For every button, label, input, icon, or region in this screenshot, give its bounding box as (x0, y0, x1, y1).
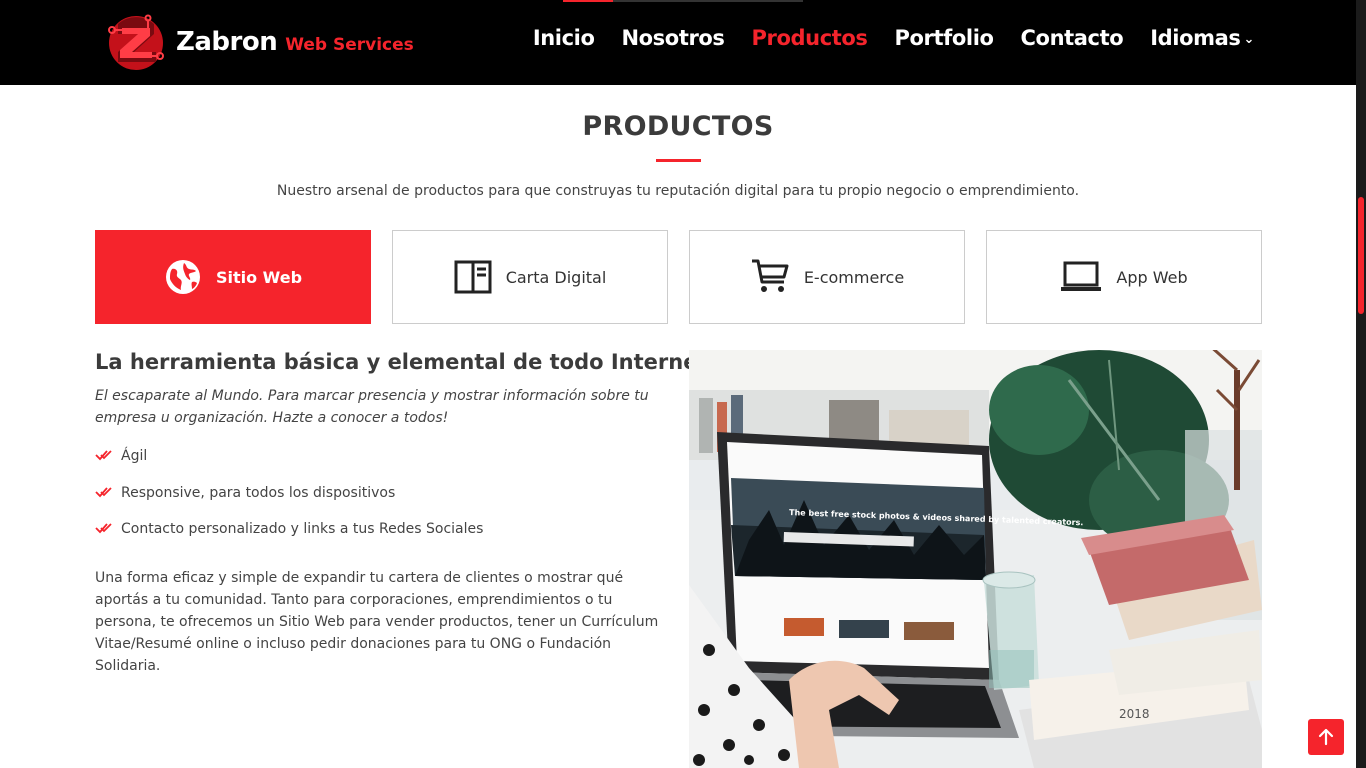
double-check-icon (95, 523, 112, 534)
back-to-top-button[interactable] (1308, 719, 1344, 755)
feature-text: Contacto personalizado y links a tus Red… (121, 521, 484, 537)
nav-item-idiomas-label: Idiomas (1150, 26, 1241, 50)
content-heading: La herramienta básica y elemental de tod… (95, 350, 708, 374)
laptop-desk-illustration: The best free stock photos & videos shar… (689, 350, 1262, 768)
menu-book-icon (454, 260, 492, 294)
laptop-icon (1061, 261, 1102, 291)
feature-text: Ágil (121, 448, 148, 464)
double-check-icon (95, 486, 112, 497)
content-intro: El escaparate al Mundo. Para marcar pres… (95, 388, 649, 426)
nav-item-contacto[interactable]: Contacto (1021, 26, 1124, 50)
brand-name: Zabron (176, 27, 278, 57)
nav-item-portfolio[interactable]: Portfolio (895, 26, 994, 50)
tab-sitio-web-label: Sitio Web (215, 267, 303, 287)
tab-app-web-label: App Web (1116, 267, 1188, 287)
nav-item-inicio[interactable]: Inicio (533, 26, 595, 50)
feature-list: Ágil Responsive, para todos los disposit… (95, 448, 483, 558)
nav-item-idiomas[interactable]: Idiomas ⌄ (1150, 26, 1254, 50)
logo-mark-icon (108, 14, 164, 70)
globe-icon (165, 260, 200, 294)
title-divider (656, 159, 701, 162)
page-progress-bar (563, 0, 613, 2)
list-item: Ágil (95, 448, 483, 485)
arrow-up-icon (1318, 728, 1334, 746)
site-logo[interactable]: Zabron Web Services (104, 12, 414, 72)
tab-app-web[interactable]: App Web (986, 230, 1262, 324)
tab-e-commerce-label: E-commerce (803, 267, 905, 287)
nav-item-nosotros[interactable]: Nosotros (621, 26, 724, 50)
main-nav: Inicio Nosotros Productos Portfolio Cont… (506, 26, 1255, 50)
section-description: Nuestro arsenal de productos para que co… (276, 183, 1080, 199)
scrollbar-thumb[interactable] (1358, 197, 1364, 314)
tab-carta-digital-label: Carta Digital (505, 267, 607, 287)
section-title: PRODUCTOS (582, 111, 774, 142)
chevron-down-icon: ⌄ (1243, 31, 1255, 47)
magazine-year: 2018 (1119, 707, 1150, 721)
product-photo: The best free stock photos & videos shar… (689, 350, 1262, 768)
double-check-icon (95, 450, 112, 461)
tab-carta-digital[interactable]: Carta Digital (392, 230, 668, 324)
nav-item-productos[interactable]: Productos (752, 26, 868, 50)
brand-subtitle: Web Services (285, 35, 414, 55)
list-item: Responsive, para todos los dispositivos (95, 485, 483, 522)
content-body: Una forma eficaz y simple de expandir tu… (95, 570, 659, 674)
shopping-cart-icon (751, 259, 789, 292)
tab-e-commerce[interactable]: E-commerce (689, 230, 965, 324)
list-item: Contacto personalizado y links a tus Red… (95, 521, 483, 558)
tab-sitio-web[interactable]: Sitio Web (95, 230, 371, 324)
page-progress-track (613, 0, 803, 2)
scrollbar-track[interactable] (1356, 0, 1366, 768)
feature-text: Responsive, para todos los dispositivos (121, 484, 396, 501)
site-header: Zabron Web Services Inicio Nosotros Prod… (0, 0, 1356, 85)
